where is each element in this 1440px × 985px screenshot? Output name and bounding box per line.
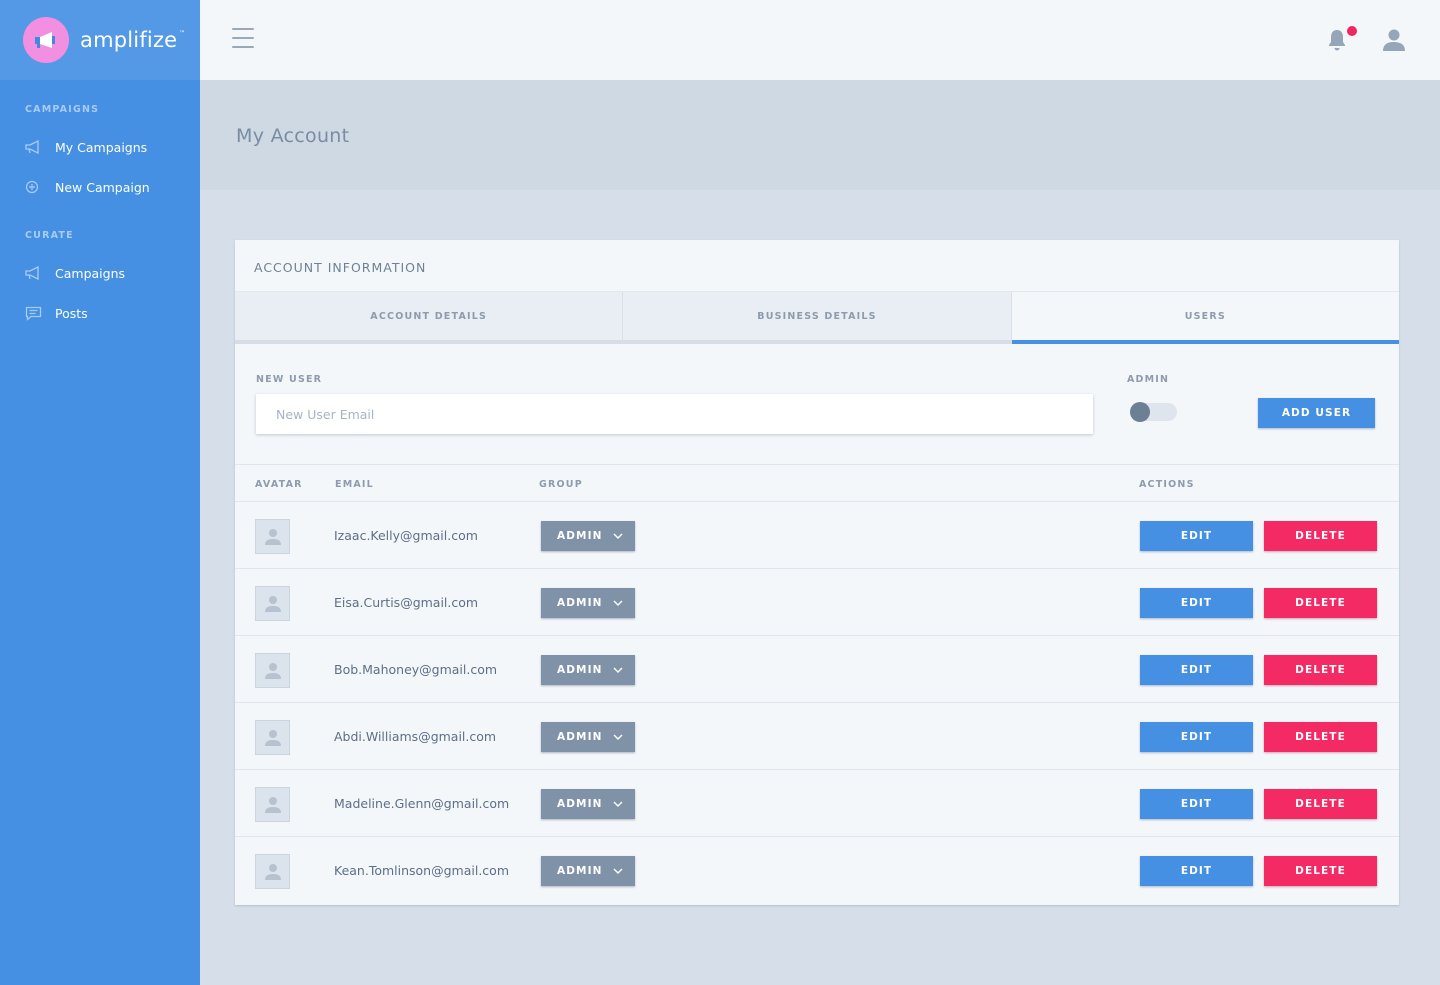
group-select[interactable]: ADMIN <box>541 655 635 685</box>
user-email: Kean.Tomlinson@gmail.com <box>334 863 509 878</box>
account-information-card: ACCOUNT INFORMATION ACCOUNT DETAILS BUSI… <box>235 240 1399 905</box>
hamburger-icon[interactable] <box>232 28 254 50</box>
card-title: ACCOUNT INFORMATION <box>254 260 427 275</box>
avatar <box>255 653 290 688</box>
avatar <box>255 854 290 889</box>
avatar <box>255 586 290 621</box>
column-header-actions: ACTIONS <box>1139 479 1195 490</box>
user-icon[interactable] <box>1383 28 1405 56</box>
group-value: ADMIN <box>557 731 603 743</box>
megaphone-icon <box>25 265 43 281</box>
chevron-down-icon <box>613 665 623 677</box>
edit-button[interactable]: EDIT <box>1140 588 1253 618</box>
bell-icon[interactable] <box>1327 28 1347 56</box>
tab-account-details[interactable]: ACCOUNT DETAILS <box>235 292 624 344</box>
sidebar-item-new-campaign[interactable]: New Campaign <box>25 177 150 197</box>
group-value: ADMIN <box>557 664 603 676</box>
group-value: ADMIN <box>557 597 603 609</box>
group-select[interactable]: ADMIN <box>541 588 635 618</box>
delete-button[interactable]: DELETE <box>1264 789 1377 819</box>
delete-button[interactable]: DELETE <box>1264 856 1377 886</box>
user-email: Bob.Mahoney@gmail.com <box>334 662 498 677</box>
user-email: Eisa.Curtis@gmail.com <box>334 595 479 610</box>
sidebar-item-campaigns[interactable]: Campaigns <box>25 263 125 283</box>
table-row: Kean.Tomlinson@gmail.com ADMIN EDIT DELE… <box>235 837 1399 904</box>
notification-badge <box>1347 26 1357 36</box>
avatar <box>255 787 290 822</box>
toggle-knob <box>1130 402 1150 422</box>
table-row: Izaac.Kelly@gmail.com ADMIN EDIT DELETE <box>235 502 1399 569</box>
new-user-email-input[interactable] <box>256 394 1093 434</box>
sidebar-item-posts[interactable]: Posts <box>25 303 88 323</box>
delete-button[interactable]: DELETE <box>1264 722 1377 752</box>
admin-label: ADMIN <box>1127 374 1170 385</box>
sidebar-item-my-campaigns[interactable]: My Campaigns <box>25 137 147 157</box>
edit-button[interactable]: EDIT <box>1140 722 1253 752</box>
group-select[interactable]: ADMIN <box>541 521 635 551</box>
page-title: My Account <box>236 125 350 147</box>
top-bar <box>200 0 1440 80</box>
megaphone-icon <box>23 17 69 63</box>
sidebar: amplifize ™ CAMPAIGNS My Campaigns New Ca… <box>0 0 200 985</box>
group-value: ADMIN <box>557 865 603 877</box>
delete-button[interactable]: DELETE <box>1264 521 1377 551</box>
nav-section-campaigns: CAMPAIGNS <box>25 104 100 115</box>
group-select[interactable]: ADMIN <box>541 789 635 819</box>
chevron-down-icon <box>613 866 623 878</box>
new-user-label: NEW USER <box>256 374 323 385</box>
table-row: Bob.Mahoney@gmail.com ADMIN EDIT DELETE <box>235 636 1399 703</box>
user-email: Izaac.Kelly@gmail.com <box>334 528 478 543</box>
table-header: AVATAR EMAIL GROUP ACTIONS <box>235 464 1399 502</box>
chevron-down-icon <box>613 598 623 610</box>
column-header-avatar: AVATAR <box>255 479 303 490</box>
edit-button[interactable]: EDIT <box>1140 789 1253 819</box>
tab-business-details[interactable]: BUSINESS DETAILS <box>623 292 1012 344</box>
edit-button[interactable]: EDIT <box>1140 655 1253 685</box>
plus-circle-icon <box>25 179 43 195</box>
edit-button[interactable]: EDIT <box>1140 521 1253 551</box>
tabs: ACCOUNT DETAILS BUSINESS DETAILS USERS <box>235 291 1399 344</box>
nav-section-curate: CURATE <box>25 230 74 241</box>
delete-button[interactable]: DELETE <box>1264 655 1377 685</box>
group-value: ADMIN <box>557 530 603 542</box>
sidebar-item-label: Posts <box>55 305 88 321</box>
chevron-down-icon <box>613 799 623 811</box>
sidebar-item-label: Campaigns <box>55 265 126 281</box>
group-select[interactable]: ADMIN <box>541 856 635 886</box>
table-row: Madeline.Glenn@gmail.com ADMIN EDIT DELE… <box>235 770 1399 837</box>
megaphone-icon <box>25 139 43 155</box>
column-header-email: EMAIL <box>335 479 374 490</box>
chevron-down-icon <box>613 531 623 543</box>
group-select[interactable]: ADMIN <box>541 722 635 752</box>
tab-users[interactable]: USERS <box>1011 292 1399 344</box>
add-user-button[interactable]: ADD USER <box>1258 398 1375 428</box>
avatar <box>255 720 290 755</box>
delete-button[interactable]: DELETE <box>1264 588 1377 618</box>
group-value: ADMIN <box>557 798 603 810</box>
user-email: Madeline.Glenn@gmail.com <box>334 796 510 811</box>
table-row: Eisa.Curtis@gmail.com ADMIN EDIT DELETE <box>235 569 1399 636</box>
column-header-group: GROUP <box>539 479 583 490</box>
avatar <box>255 519 290 554</box>
chevron-down-icon <box>613 732 623 744</box>
brand[interactable]: amplifize ™ <box>0 0 200 80</box>
table-row: Abdi.Williams@gmail.com ADMIN EDIT DELET… <box>235 703 1399 770</box>
sidebar-item-label: My Campaigns <box>55 139 148 155</box>
title-band: My Account <box>200 80 1440 190</box>
edit-button[interactable]: EDIT <box>1140 856 1253 886</box>
user-email: Abdi.Williams@gmail.com <box>334 729 497 744</box>
brand-name: amplifize ™ <box>80 28 186 52</box>
sidebar-item-label: New Campaign <box>55 179 150 195</box>
admin-toggle[interactable] <box>1130 402 1177 422</box>
chat-icon <box>25 305 43 321</box>
